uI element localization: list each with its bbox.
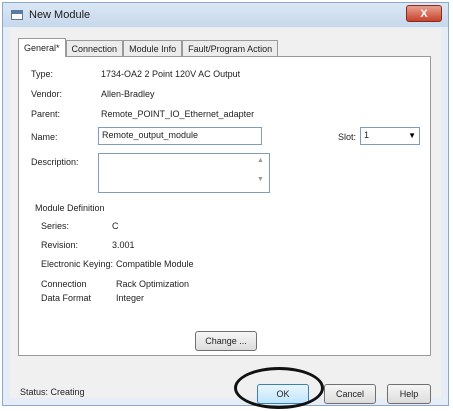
change-button[interactable]: Change ... bbox=[195, 331, 257, 351]
scroll-down-icon[interactable]: ▼ bbox=[257, 176, 267, 183]
vendor-label: Vendor: bbox=[31, 89, 63, 99]
connection-value: Rack Optimization bbox=[116, 279, 190, 289]
electronic-keying-label: Electronic Keying: bbox=[41, 259, 114, 269]
close-button[interactable]: X bbox=[406, 5, 442, 22]
electronic-keying-value: Compatible Module bbox=[116, 259, 194, 269]
type-label: Type: bbox=[31, 69, 54, 79]
series-label: Series: bbox=[41, 221, 70, 231]
type-value: 1734-OA2 2 Point 120V AC Output bbox=[101, 69, 241, 79]
tab-strip: General* Connection Module Info Fault/Pr… bbox=[18, 38, 279, 57]
help-button[interactable]: Help bbox=[387, 384, 431, 404]
window-title: New Module bbox=[29, 9, 91, 21]
data-format-label: Data Format bbox=[41, 293, 92, 303]
new-module-dialog: New Module X General* Connection Module … bbox=[2, 2, 449, 406]
vendor-value: Allen-Bradley bbox=[101, 89, 155, 99]
parent-value: Remote_POINT_IO_Ethernet_adapter bbox=[101, 109, 255, 119]
tab-fault-program-action[interactable]: Fault/Program Action bbox=[182, 40, 279, 57]
parent-label: Parent: bbox=[31, 109, 61, 119]
dialog-body: General* Connection Module Info Fault/Pr… bbox=[10, 28, 441, 404]
slot-value: 1 bbox=[364, 130, 370, 140]
description-label: Description: bbox=[31, 157, 79, 167]
name-label: Name: bbox=[31, 132, 58, 142]
description-scrollbar[interactable]: ▲ ▼ bbox=[257, 157, 267, 183]
connection-label: Connection bbox=[41, 279, 87, 289]
tab-module-info[interactable]: Module Info bbox=[123, 40, 183, 57]
revision-value: 3.001 bbox=[112, 240, 135, 250]
name-input[interactable]: Remote_output_module bbox=[98, 127, 262, 145]
scroll-up-icon[interactable]: ▲ bbox=[257, 157, 267, 164]
module-definition-heading: Module Definition bbox=[35, 203, 105, 213]
tab-connection[interactable]: Connection bbox=[65, 40, 124, 57]
description-input[interactable]: ▲ ▼ bbox=[98, 153, 270, 193]
data-format-value: Integer bbox=[116, 293, 145, 303]
tab-general[interactable]: General* bbox=[18, 38, 66, 57]
series-value: C bbox=[112, 221, 119, 231]
cancel-button[interactable]: Cancel bbox=[324, 384, 376, 404]
status-text: Status: Creating bbox=[20, 387, 85, 397]
title-bar: New Module X bbox=[3, 3, 448, 27]
general-panel: Type: 1734-OA2 2 Point 120V AC Output Ve… bbox=[18, 56, 431, 356]
ok-button[interactable]: OK bbox=[257, 384, 309, 404]
slot-label: Slot: bbox=[338, 132, 357, 142]
dropdown-arrow-icon: ▼ bbox=[408, 131, 416, 140]
revision-label: Revision: bbox=[41, 240, 79, 250]
window-icon bbox=[11, 10, 23, 20]
slot-select[interactable]: 1 ▼ bbox=[360, 127, 420, 145]
